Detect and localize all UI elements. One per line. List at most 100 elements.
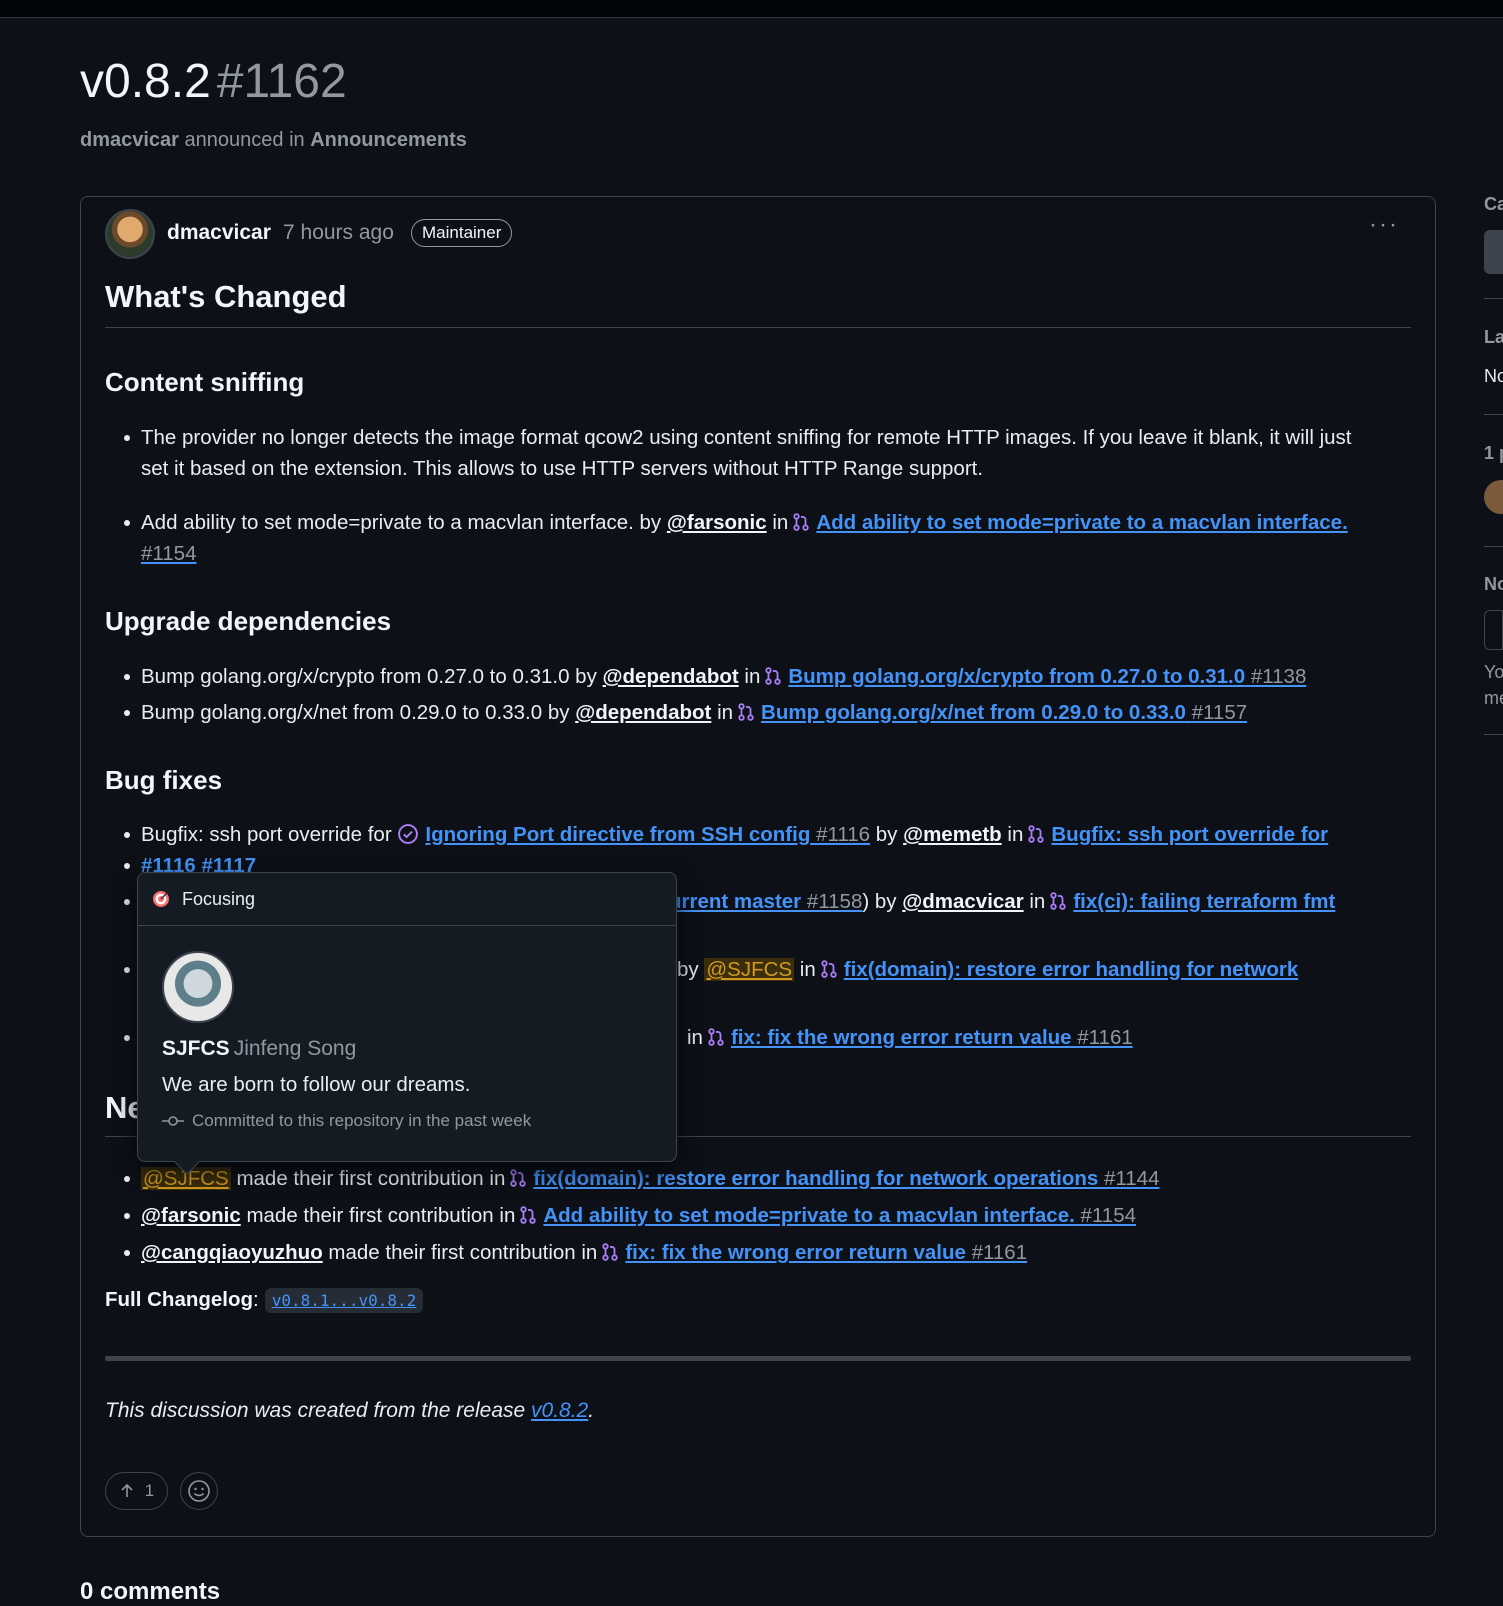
- item-text: made their first contribution in: [236, 1167, 506, 1190]
- item-text: in: [799, 958, 816, 981]
- item-text: by: [874, 890, 897, 913]
- item-text: in: [772, 511, 789, 534]
- pr-link[interactable]: Bump golang.org/x/net from 0.29.0 to 0.3…: [761, 701, 1247, 724]
- release-title: v0.8.2: [80, 55, 211, 108]
- avatar[interactable]: [105, 209, 155, 259]
- arrow-up-icon: [121, 1483, 133, 1497]
- activity-text: Committed to this repository in the past…: [192, 1111, 532, 1130]
- compare-link[interactable]: v0.8.1...v0.8.2: [264, 1288, 424, 1313]
- mention-link[interactable]: @dependabot: [575, 701, 711, 724]
- mention-link[interactable]: @cangqiaoyuzhuo: [141, 1241, 323, 1264]
- discussion-number: #1162: [216, 55, 347, 108]
- sidebar-label: Ca: [1484, 194, 1503, 214]
- mention-link[interactable]: @farsonic: [667, 511, 767, 534]
- smiley-icon: [188, 1480, 210, 1502]
- hovercard-login[interactable]: SJFCS: [162, 1037, 230, 1060]
- pull-request-icon: [765, 667, 782, 685]
- post-timestamp[interactable]: 7 hours ago: [283, 221, 394, 245]
- subscribe-button[interactable]: [1484, 610, 1503, 650]
- upvote-button[interactable]: 1: [105, 1472, 168, 1510]
- pr-link[interactable]: fix(domain): restore error handling for …: [533, 1167, 1159, 1190]
- pull-request-icon: [510, 1169, 526, 1187]
- mention-link[interactable]: @memetb: [903, 823, 1002, 846]
- item-text: Add ability to set mode=private to a mac…: [141, 511, 662, 534]
- page-title: v0.8.2 #1162: [80, 54, 347, 109]
- item-text: in: [1029, 890, 1046, 913]
- pull-request-icon: [1028, 825, 1045, 843]
- item-text: made their first contribution in: [246, 1204, 516, 1227]
- mention-link[interactable]: @dependabot: [603, 665, 739, 688]
- status-text: Focusing: [182, 888, 256, 909]
- pr-link[interactable]: fix(domain): restore error handling for …: [844, 958, 1298, 981]
- pr-link[interactable]: fix: fix the wrong error return value #1…: [731, 1026, 1133, 1049]
- mention-link-highlighted[interactable]: @SJFCS: [704, 958, 795, 981]
- full-changelog-label: Full Changelog: [105, 1288, 254, 1311]
- item-text: in: [717, 701, 734, 724]
- target-icon: [153, 891, 169, 907]
- pull-request-icon: [1050, 892, 1066, 910]
- mention-link[interactable]: @farsonic: [141, 1204, 241, 1227]
- list-item: @farsonic made their first contribution …: [124, 1200, 1136, 1231]
- pr-link[interactable]: fix: fix the wrong error return value #1…: [625, 1241, 1027, 1264]
- list-item: Bugfix: ssh port override for Ignoring P…: [123, 819, 1328, 850]
- subhead-author-link[interactable]: dmacvicar: [80, 129, 179, 151]
- list-item: @cangqiaoyuzhuo made their first contrib…: [123, 1237, 1027, 1268]
- pr-link[interactable]: fix(ci): failing terraform fmt: [1073, 890, 1335, 913]
- item-text: made their first contribution in: [328, 1241, 598, 1264]
- divider: [1484, 414, 1503, 415]
- pr-link[interactable]: Bump golang.org/x/crypto from 0.27.0 to …: [788, 665, 1306, 688]
- item-text: in: [744, 665, 761, 688]
- mention-link[interactable]: @dmacvicar: [902, 890, 1023, 913]
- sidebar-label: No: [1484, 574, 1503, 594]
- hovercard-status: Focusing: [138, 873, 676, 926]
- pull-request-icon: [602, 1243, 618, 1261]
- sidebar-label: La: [1484, 327, 1503, 347]
- divider: [105, 1356, 1411, 1361]
- list-item-visible-part: urrent master #1158) by @dmacvicar in fix…: [669, 886, 1335, 917]
- section-heading-upgrade-dependencies: Upgrade dependencies: [105, 606, 392, 636]
- user-hovercard: Focusing SJFCS Jinfeng Song We are born t…: [137, 872, 677, 1175]
- item-text: Bugfix: ssh port override for: [141, 823, 392, 846]
- issue-link[interactable]: Ignoring Port directive from SSH config …: [425, 823, 870, 846]
- hovercard-fullname: Jinfeng Song: [233, 1037, 357, 1060]
- kebab-icon[interactable]: ···: [1369, 211, 1399, 239]
- pull-request-icon: [520, 1206, 537, 1224]
- footer-text: This discussion was created from the rel…: [105, 1399, 526, 1422]
- discussion-subhead: dmacvicar announced in Announcements: [80, 129, 467, 152]
- pr-link[interactable]: Bugfix: ssh port override for: [1051, 823, 1328, 846]
- item-text: in: [687, 1026, 703, 1049]
- pull-request-icon: [821, 960, 837, 978]
- hovercard-activity: Committed to this repository in the past…: [162, 1111, 531, 1131]
- list-item: @SJFCS made their first contribution in f…: [123, 1163, 1159, 1194]
- pull-request-icon: [708, 1028, 724, 1046]
- list-item: Bump golang.org/x/crypto from 0.27.0 to …: [123, 661, 1306, 692]
- add-reaction-button[interactable]: [180, 1472, 218, 1510]
- divider: [1484, 546, 1503, 547]
- list-item-visible-part: in fix: fix the wrong error return value …: [687, 1022, 1133, 1053]
- subhead-text: announced in: [184, 129, 305, 151]
- sidebar-category-button[interactable]: [1484, 230, 1503, 274]
- full-changelog: Full Changelog: v0.8.1...v0.8.2: [105, 1288, 424, 1313]
- list-item: Add ability to set mode=private to a mac…: [124, 507, 1381, 569]
- release-link[interactable]: v0.8.2: [531, 1399, 588, 1422]
- post-author[interactable]: dmacvicar: [167, 221, 271, 245]
- top-nav-bar: [0, 0, 1503, 18]
- divider: [1484, 298, 1503, 299]
- hovercard-avatar[interactable]: [162, 951, 234, 1023]
- item-text: Bump golang.org/x/net from 0.29.0 to 0.3…: [141, 701, 570, 724]
- avatar[interactable]: [1484, 480, 1503, 514]
- pull-request-icon: [793, 513, 809, 531]
- list-item: The provider no longer detects the image…: [124, 422, 1381, 484]
- pull-request-icon: [738, 703, 754, 721]
- section-heading-bug-fixes: Bug fixes: [105, 765, 223, 795]
- sidebar-text: me: [1484, 688, 1503, 708]
- release-footer: This discussion was created from the rel…: [105, 1399, 595, 1422]
- pr-link[interactable]: urrent master #1158: [669, 890, 862, 913]
- item-text: in: [1007, 823, 1024, 846]
- list-item: Bump golang.org/x/net from 0.29.0 to 0.3…: [123, 697, 1247, 728]
- pr-link[interactable]: Add ability to set mode=private to a mac…: [543, 1204, 1136, 1227]
- item-text: Bump golang.org/x/crypto from 0.27.0 to …: [141, 665, 597, 688]
- category-link[interactable]: Announcements: [310, 129, 467, 151]
- comments-heading: 0 comments: [80, 1578, 221, 1605]
- sidebar-text: Yo: [1484, 662, 1503, 682]
